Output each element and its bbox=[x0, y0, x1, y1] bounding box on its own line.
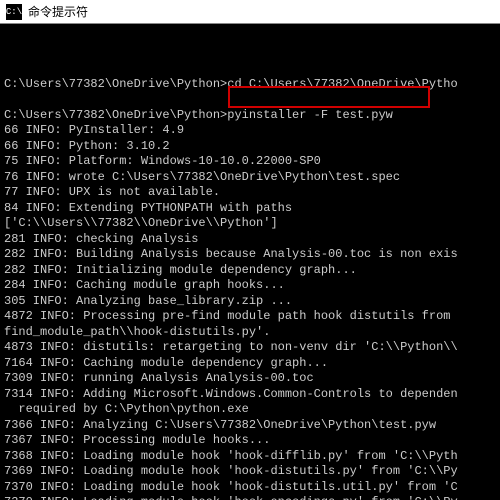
output-line: 282 INFO: Building Analysis because Anal… bbox=[4, 247, 496, 263]
output-line: required by C:\Python\python.exe bbox=[4, 402, 496, 418]
cmd-icon: C:\ bbox=[6, 4, 22, 20]
output-line: 7314 INFO: Adding Microsoft.Windows.Comm… bbox=[4, 387, 496, 403]
output-line: 7369 INFO: Loading module hook 'hook-dis… bbox=[4, 464, 496, 480]
output-line: 7370 INFO: Loading module hook 'hook-dis… bbox=[4, 480, 496, 496]
output-line: C:\Users\77382\OneDrive\Python>pyinstall… bbox=[4, 108, 496, 124]
output-line: 284 INFO: Caching module graph hooks... bbox=[4, 278, 496, 294]
titlebar[interactable]: C:\ 命令提示符 bbox=[0, 0, 500, 24]
output-line: 7367 INFO: Processing module hooks... bbox=[4, 433, 496, 449]
output-line: 7309 INFO: running Analysis Analysis-00.… bbox=[4, 371, 496, 387]
output-line: ['C:\\Users\\77382\\OneDrive\\Python'] bbox=[4, 216, 496, 232]
output-line: 66 INFO: PyInstaller: 4.9 bbox=[4, 123, 496, 139]
output-lines: C:\Users\77382\OneDrive\Python>cd C:\Use… bbox=[4, 61, 496, 500]
terminal-output[interactable]: C:\Users\77382\OneDrive\Python>cd C:\Use… bbox=[0, 24, 500, 500]
output-line: 7370 INFO: Loading module hook 'hook-enc… bbox=[4, 495, 496, 500]
output-line: 76 INFO: wrote C:\Users\77382\OneDrive\P… bbox=[4, 170, 496, 186]
output-line bbox=[4, 61, 496, 77]
output-line: 7368 INFO: Loading module hook 'hook-dif… bbox=[4, 449, 496, 465]
output-line: 4873 INFO: distutils: retargeting to non… bbox=[4, 340, 496, 356]
output-line: 4872 INFO: Processing pre-find module pa… bbox=[4, 309, 496, 325]
output-line: 84 INFO: Extending PYTHONPATH with paths bbox=[4, 201, 496, 217]
output-line: 7366 INFO: Analyzing C:\Users\77382\OneD… bbox=[4, 418, 496, 434]
output-line: 7164 INFO: Caching module dependency gra… bbox=[4, 356, 496, 372]
output-line bbox=[4, 92, 496, 108]
output-line: 305 INFO: Analyzing base_library.zip ... bbox=[4, 294, 496, 310]
output-line: 282 INFO: Initializing module dependency… bbox=[4, 263, 496, 279]
output-line: 75 INFO: Platform: Windows-10-10.0.22000… bbox=[4, 154, 496, 170]
output-line: 281 INFO: checking Analysis bbox=[4, 232, 496, 248]
window-title: 命令提示符 bbox=[28, 3, 88, 20]
output-line: find_module_path\\hook-distutils.py'. bbox=[4, 325, 496, 341]
output-line: C:\Users\77382\OneDrive\Python>cd C:\Use… bbox=[4, 77, 496, 93]
output-line: 66 INFO: Python: 3.10.2 bbox=[4, 139, 496, 155]
output-line: 77 INFO: UPX is not available. bbox=[4, 185, 496, 201]
